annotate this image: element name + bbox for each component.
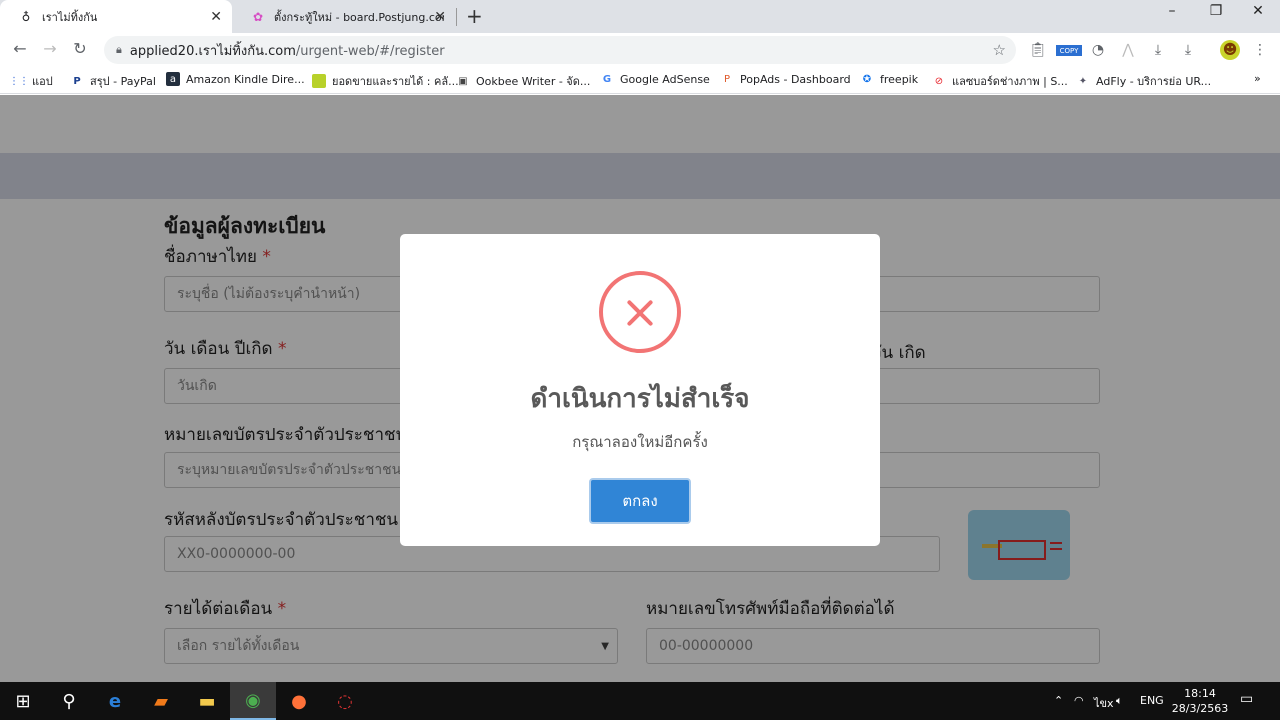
bookmarks-bar: ⋮⋮ แอป P สรุป - PayPal a Amazon Kindle Dire… bbox=[0, 66, 1280, 94]
app-ring-icon[interactable]: ◌ bbox=[322, 682, 368, 720]
bookmark-label: PopAds - Dashboard bbox=[740, 72, 851, 86]
bookmark-sales[interactable]: ยอดขายและรายได้ : คลั... bbox=[312, 72, 459, 90]
browser-tab-strip: ♁ เราไม่ทิ้งกัน ✕ ✿ ตั้งกระทู้ใหม่ - boa… bbox=[0, 0, 1280, 33]
system-clock[interactable]: 18:14 28/3/2563 bbox=[1168, 686, 1232, 716]
notifications-icon[interactable]: ▭ bbox=[1240, 691, 1253, 707]
error-dialog: ดำเนินการไม่สำเร็จ กรุณาลองใหม่อีกครั้ง … bbox=[400, 234, 880, 546]
reload-icon[interactable]: ↻ bbox=[68, 39, 92, 58]
bookmark-paypal[interactable]: P สรุป - PayPal bbox=[70, 72, 156, 90]
close-tab-icon[interactable]: ✕ bbox=[434, 9, 446, 25]
file-explorer-icon[interactable]: ▬ bbox=[184, 682, 230, 720]
lock-icon: 🔒︎ bbox=[116, 43, 122, 56]
bookmark-label: Google AdSense bbox=[620, 72, 710, 86]
bookmark-label: สรุป - PayPal bbox=[90, 75, 156, 88]
clock-date: 28/3/2563 bbox=[1171, 702, 1229, 715]
bookmark-kindle[interactable]: a Amazon Kindle Dire... bbox=[166, 72, 305, 86]
volume-icon[interactable]: 🔈︎ bbox=[1116, 694, 1123, 708]
url-path: /urgent-web/#/register bbox=[295, 43, 445, 59]
paypal-icon: P bbox=[73, 75, 81, 87]
windows-taskbar: ⊞ ⚲ e ▰ ▬ ◉ ● ◌ ⌃ ◠ ไขx 🔈︎ ENG 18:14 28/… bbox=[0, 682, 1280, 720]
language-indicator[interactable]: ENG bbox=[1140, 694, 1164, 707]
restore-button[interactable]: ❐ bbox=[1196, 3, 1236, 19]
bookmark-ookbee[interactable]: ▣ Ookbee Writer - จัด... bbox=[456, 72, 590, 90]
bookmark-shutterstock[interactable]: ⊘ แลซบอร์ดช่างภาพ | S... bbox=[932, 72, 1068, 90]
mouse-extension-icon[interactable]: ◔ bbox=[1088, 40, 1108, 60]
store-app-icon[interactable]: ▰ bbox=[138, 682, 184, 720]
new-tab-button[interactable]: + bbox=[466, 4, 483, 28]
clock-time: 18:14 bbox=[1184, 687, 1216, 700]
search-icon[interactable]: ⚲ bbox=[46, 682, 92, 720]
bookmark-label: แอป bbox=[32, 75, 53, 88]
profile-avatar-icon[interactable]: ☻ bbox=[1220, 40, 1240, 60]
back-arrow-icon[interactable]: ← bbox=[8, 39, 32, 58]
bookmark-label: AdFly - บริการย่อ UR... bbox=[1096, 75, 1212, 88]
folder-icon bbox=[312, 74, 326, 88]
apps-grid-icon: ⋮⋮ bbox=[9, 75, 29, 87]
bookmark-star-icon[interactable]: ☆ bbox=[993, 41, 1006, 59]
bookmark-adsense[interactable]: G Google AdSense bbox=[600, 72, 710, 86]
site-favicon-icon: ♁ bbox=[21, 9, 31, 24]
tab-label: ตั้งกระทู้ใหม่ - board.Postjung.com bbox=[274, 10, 444, 24]
dialog-title: ดำเนินการไม่สำเร็จ bbox=[530, 384, 750, 414]
error-x-icon bbox=[599, 271, 681, 353]
postjung-favicon-icon: ✿ bbox=[252, 9, 264, 24]
url-host: applied20.เราไม่ทิ้งกัน.com bbox=[129, 43, 296, 59]
close-window-button[interactable]: ✕ bbox=[1238, 3, 1278, 19]
tab-label: เราไม่ทิ้งกัน bbox=[42, 10, 98, 24]
google-icon: G bbox=[602, 73, 612, 85]
adfly-icon: ✦ bbox=[1078, 75, 1088, 87]
ookbee-icon: ▣ bbox=[458, 75, 468, 87]
kindle-icon: a bbox=[166, 72, 180, 86]
shutterstock-icon: ⊘ bbox=[934, 75, 944, 87]
address-bar[interactable]: 🔒︎ applied20.เราไม่ทิ้งกัน.com/urgent-we… bbox=[104, 36, 1016, 64]
firefox-icon[interactable]: ● bbox=[276, 682, 322, 720]
bookmark-adfly[interactable]: ✦ AdFly - บริการย่อ UR... bbox=[1076, 72, 1211, 90]
more-bookmarks-icon[interactable]: » bbox=[1254, 72, 1261, 85]
tab-rao-mai-ting-kan[interactable]: ♁ เราไม่ทิ้งกัน ✕ bbox=[0, 0, 232, 33]
ok-button[interactable]: ตกลง bbox=[589, 478, 691, 524]
bookmark-label: Ookbee Writer - จัด... bbox=[476, 75, 591, 88]
show-hidden-icons-icon[interactable]: ⌃ bbox=[1054, 694, 1063, 707]
thai-input-indicator[interactable]: ไขx bbox=[1094, 694, 1114, 712]
popads-icon: P bbox=[723, 73, 731, 85]
edge-browser-icon[interactable]: e bbox=[92, 682, 138, 720]
freepik-icon: ✪ bbox=[862, 73, 872, 85]
chrome-taskbar-icon[interactable]: ◉ bbox=[230, 682, 276, 720]
download-manager-icon[interactable]: ⤓ bbox=[1178, 40, 1198, 60]
copy-extension-icon[interactable]: COPY bbox=[1056, 45, 1082, 56]
minimize-button[interactable]: – bbox=[1152, 3, 1192, 19]
menu-kebab-icon[interactable]: ⋮ bbox=[1250, 40, 1270, 60]
tab-separator bbox=[456, 8, 457, 26]
browser-toolbar: ← → ↻ 🔒︎ applied20.เราไม่ทิ้งกัน.com/urg… bbox=[0, 33, 1280, 66]
download-icon[interactable]: ⤓ bbox=[1148, 40, 1168, 60]
clipboard-extension-icon[interactable]: 📋︎ bbox=[1028, 40, 1048, 60]
forward-arrow-icon[interactable]: → bbox=[38, 39, 62, 58]
wifi-icon[interactable]: ◠ bbox=[1074, 694, 1084, 707]
bookmark-popads[interactable]: P PopAds - Dashboard bbox=[720, 72, 851, 86]
tab-postjung[interactable]: ✿ ตั้งกระทู้ใหม่ - board.Postjung.com ✕ bbox=[232, 0, 456, 33]
bookmark-label: freepik bbox=[880, 72, 919, 86]
arrow-extension-icon[interactable]: ⋀ bbox=[1118, 40, 1138, 60]
windows-start-icon[interactable]: ⊞ bbox=[0, 682, 46, 720]
dialog-message: กรุณาลองใหม่อีกครั้ง bbox=[572, 433, 708, 451]
bookmark-apps[interactable]: ⋮⋮ แอป bbox=[9, 72, 53, 90]
close-tab-icon[interactable]: ✕ bbox=[210, 9, 222, 25]
bookmark-label: Amazon Kindle Dire... bbox=[186, 72, 305, 86]
bookmark-freepik[interactable]: ✪ freepik bbox=[860, 72, 918, 86]
url-text: applied20.เราไม่ทิ้งกัน.com/urgent-web/#… bbox=[130, 40, 445, 61]
bookmark-label: ยอดขายและรายได้ : คลั... bbox=[332, 75, 459, 88]
bookmark-label: แลซบอร์ดช่างภาพ | S... bbox=[952, 75, 1068, 88]
